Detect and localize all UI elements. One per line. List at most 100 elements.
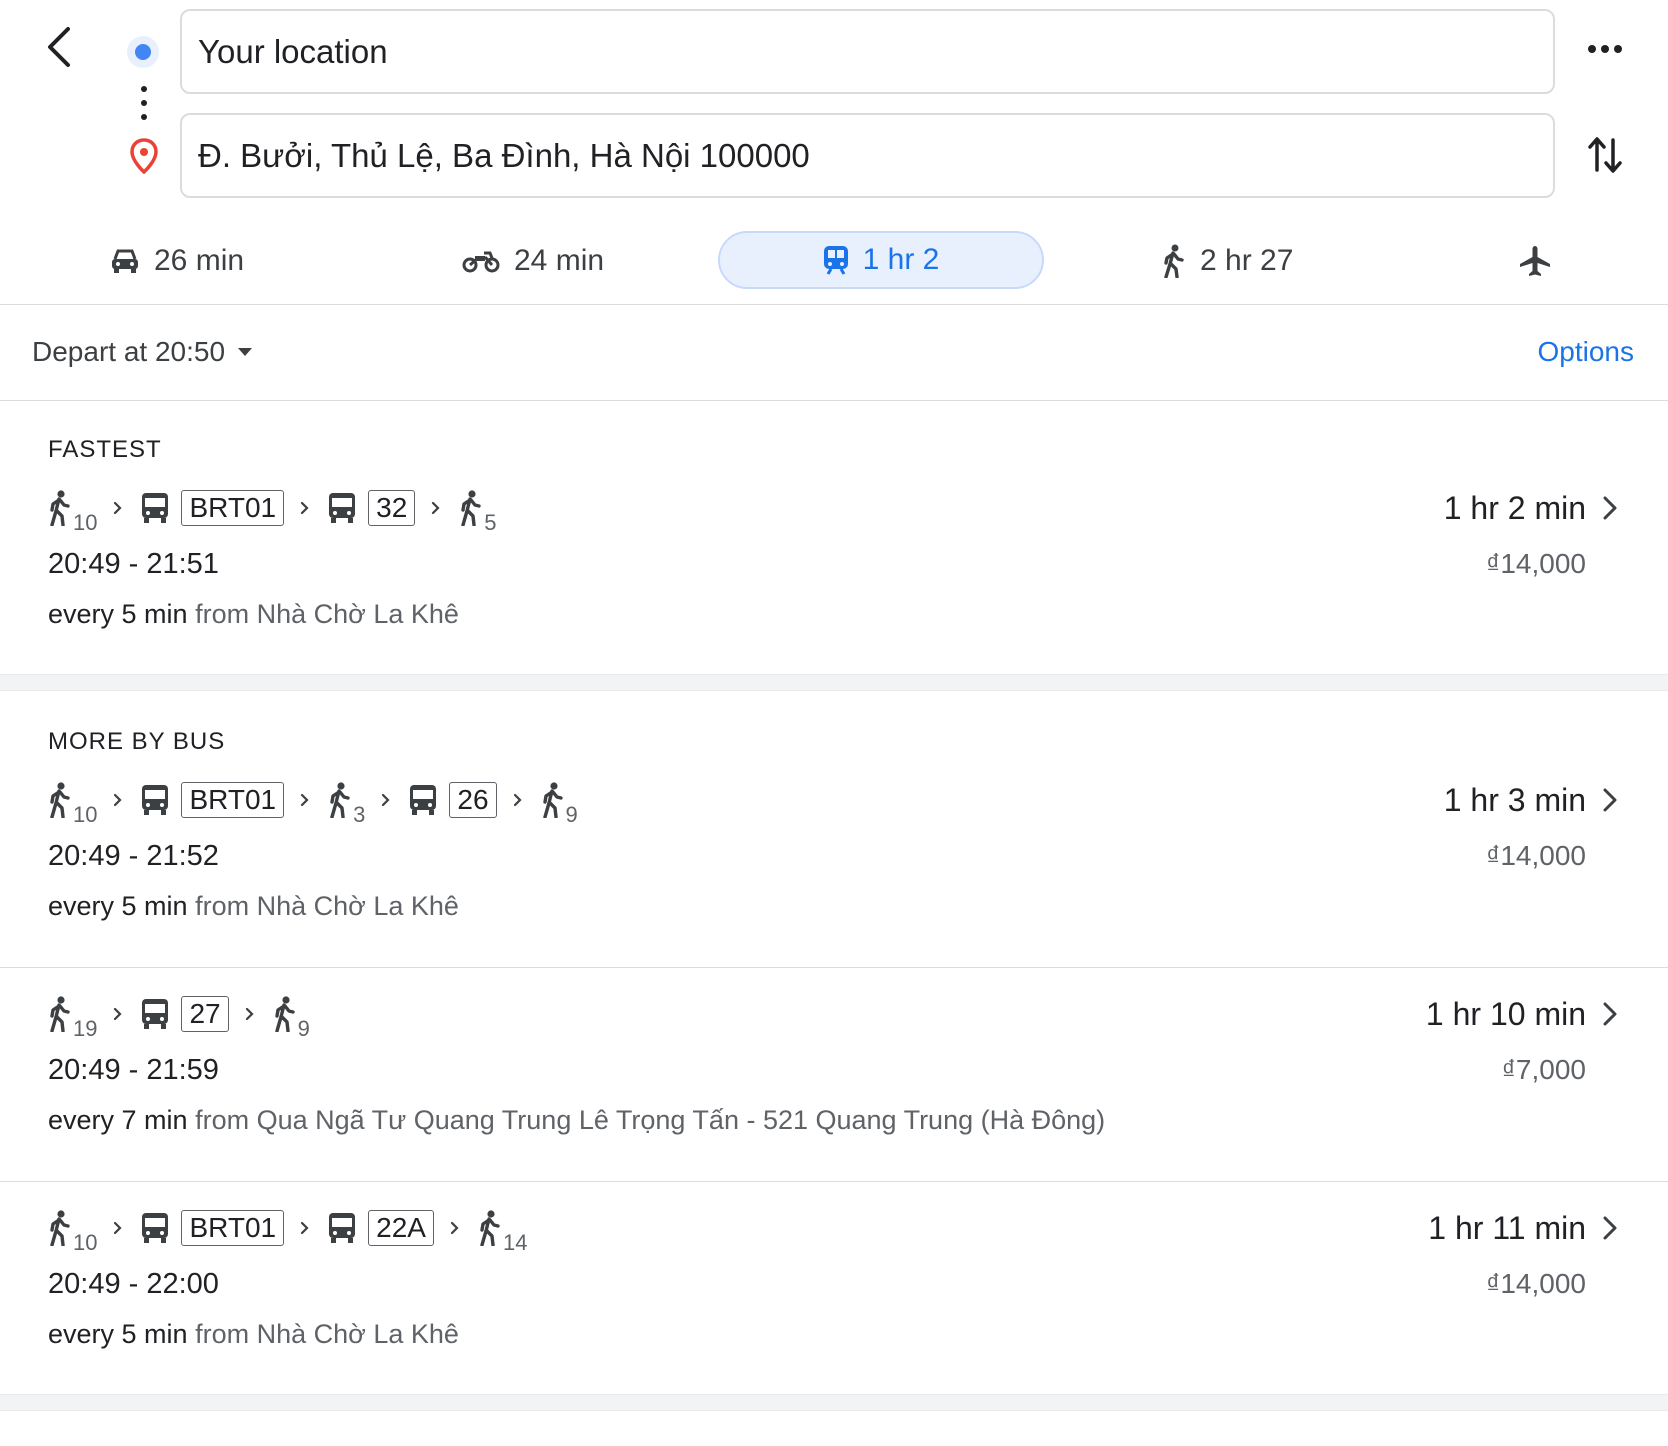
walk-step: 10 bbox=[48, 782, 97, 827]
chevron-right-icon bbox=[1602, 495, 1618, 521]
route-fare: ₫7,000 bbox=[1501, 1054, 1586, 1085]
route-duration: 1 hr 11 min bbox=[1428, 1206, 1618, 1250]
route-duration-text: 1 hr 10 min bbox=[1425, 995, 1586, 1032]
chevron-right-icon bbox=[1602, 787, 1618, 813]
tab-flight[interactable] bbox=[1518, 232, 1552, 290]
route-card[interactable]: 10 BRT01 32 5 1 hr 2 min 20:49 - 21:51 ₫14,… bbox=[0, 486, 1668, 666]
bus-step: BRT01 bbox=[141, 782, 285, 818]
route-fare: ₫14,000 bbox=[1485, 840, 1586, 871]
tab-walking[interactable]: 2 hr 27 bbox=[1162, 232, 1293, 290]
tab-transit[interactable]: 1 hr 2 bbox=[718, 231, 1044, 289]
route-steps: 10 BRT01 32 5 bbox=[48, 486, 497, 535]
route-card[interactable]: 19 27 9 1 hr 10 min 20:49 - 21:59 ₫7,000 e… bbox=[0, 992, 1668, 1172]
dropdown-caret-icon bbox=[237, 347, 253, 357]
route-frequency-text: every 5 min bbox=[48, 599, 188, 629]
route-connector-dots bbox=[141, 86, 147, 120]
chevron-right-icon bbox=[300, 793, 310, 807]
back-arrow-icon[interactable] bbox=[40, 25, 80, 69]
walk-minutes: 9 bbox=[297, 1016, 310, 1041]
route-steps: 10 BRT01 22A 14 bbox=[48, 1206, 527, 1255]
route-frequency: every 7 min from Qua Ngã Tư Quang Trung … bbox=[48, 1105, 1105, 1136]
destination-input[interactable] bbox=[198, 136, 1553, 175]
route-card[interactable]: 10 BRT01 22A 14 1 hr 11 min 20:49 - 22:00 ₫… bbox=[0, 1206, 1668, 1386]
walk-minutes: 3 bbox=[353, 802, 366, 827]
motorbike-icon bbox=[462, 249, 500, 273]
route-duration: 1 hr 10 min bbox=[1426, 992, 1618, 1036]
chevron-right-icon bbox=[1602, 1215, 1618, 1241]
destination-field[interactable] bbox=[180, 113, 1555, 198]
bus-step: 32 bbox=[328, 490, 416, 526]
route-frequency-text: every 7 min bbox=[48, 1105, 188, 1135]
walk-step: 3 bbox=[328, 782, 365, 827]
flight-icon bbox=[1518, 244, 1552, 278]
route-origin-stop: from Nhà Chờ La Khê bbox=[195, 891, 459, 921]
route-duration: 1 hr 2 min bbox=[1444, 486, 1618, 530]
bus-step: 27 bbox=[141, 996, 229, 1032]
walk-minutes: 5 bbox=[484, 510, 497, 535]
bus-icon bbox=[409, 784, 437, 816]
bus-step: BRT01 bbox=[141, 1210, 285, 1246]
route-times: 20:49 - 21:59 bbox=[48, 1054, 219, 1086]
tab-driving-label: 26 min bbox=[154, 244, 245, 277]
route-frequency-text: every 5 min bbox=[48, 1319, 188, 1349]
route-steps: 19 27 9 bbox=[48, 992, 310, 1041]
tab-driving[interactable]: 26 min bbox=[110, 232, 244, 290]
transit-icon bbox=[823, 245, 849, 275]
section-divider bbox=[0, 674, 1668, 691]
swap-icon[interactable] bbox=[1587, 134, 1623, 176]
bus-step: BRT01 bbox=[141, 490, 285, 526]
walk-minutes: 10 bbox=[73, 802, 98, 827]
route-duration-text: 1 hr 3 min bbox=[1443, 781, 1586, 818]
destination-pin-icon bbox=[130, 138, 158, 174]
chevron-right-icon bbox=[450, 1221, 460, 1235]
walk-icon bbox=[478, 1210, 502, 1246]
chevron-right-icon bbox=[381, 793, 391, 807]
route-duration-text: 1 hr 2 min bbox=[1443, 489, 1586, 526]
route-origin-stop: from Qua Ngã Tư Quang Trung Lê Trọng Tấn… bbox=[195, 1105, 1106, 1135]
route-frequency: every 5 min from Nhà Chờ La Khê bbox=[48, 599, 459, 630]
bus-line-badge: BRT01 bbox=[181, 490, 285, 526]
route-times: 20:49 - 22:00 bbox=[48, 1268, 219, 1300]
section-title-more-by-bus: MORE BY BUS bbox=[48, 728, 226, 755]
bus-line-badge: BRT01 bbox=[181, 782, 285, 818]
route-duration-text: 1 hr 11 min bbox=[1428, 1209, 1586, 1246]
chevron-right-icon bbox=[113, 1221, 123, 1235]
options-link[interactable]: Options bbox=[1538, 336, 1635, 368]
bus-icon bbox=[141, 1212, 169, 1244]
route-duration: 1 hr 3 min bbox=[1444, 778, 1618, 822]
walk-step: 9 bbox=[273, 996, 310, 1041]
route-frequency: every 5 min from Nhà Chờ La Khê bbox=[48, 891, 459, 922]
walk-icon bbox=[48, 782, 72, 818]
walk-icon bbox=[48, 996, 72, 1032]
depart-time-selector[interactable]: Depart at 20:50 bbox=[32, 336, 253, 368]
section-title-fastest: FASTEST bbox=[48, 436, 162, 463]
more-options-icon[interactable] bbox=[1587, 42, 1623, 56]
walk-icon bbox=[459, 490, 483, 526]
bus-icon bbox=[141, 784, 169, 816]
walk-icon bbox=[48, 490, 72, 526]
bus-line-badge: 27 bbox=[181, 996, 229, 1032]
route-times: 20:49 - 21:51 bbox=[48, 548, 219, 580]
walk-step: 9 bbox=[541, 782, 578, 827]
chevron-right-icon bbox=[431, 501, 441, 515]
bus-line-badge: BRT01 bbox=[181, 1210, 285, 1246]
bus-icon bbox=[328, 1212, 356, 1244]
walk-icon bbox=[328, 782, 352, 818]
chevron-right-icon bbox=[113, 793, 123, 807]
route-card[interactable]: 10 BRT01 3 26 9 1 hr 3 min 20:49 - 21:52 ₫14… bbox=[0, 778, 1668, 958]
walk-icon bbox=[541, 782, 565, 818]
bus-icon bbox=[328, 492, 356, 524]
tab-motorbike[interactable]: 24 min bbox=[462, 232, 604, 290]
route-frequency: every 5 min from Nhà Chờ La Khê bbox=[48, 1319, 459, 1350]
origin-field[interactable] bbox=[180, 9, 1555, 94]
tab-walking-label: 2 hr 27 bbox=[1200, 244, 1294, 277]
origin-input[interactable] bbox=[198, 32, 1553, 71]
chevron-right-icon bbox=[1602, 1001, 1618, 1027]
walk-icon bbox=[1162, 244, 1186, 278]
walk-minutes: 10 bbox=[73, 1230, 98, 1255]
chevron-right-icon bbox=[300, 1221, 310, 1235]
walk-minutes: 9 bbox=[565, 802, 578, 827]
walk-icon bbox=[48, 1210, 72, 1246]
walk-minutes: 10 bbox=[73, 510, 98, 535]
chevron-right-icon bbox=[113, 501, 123, 515]
